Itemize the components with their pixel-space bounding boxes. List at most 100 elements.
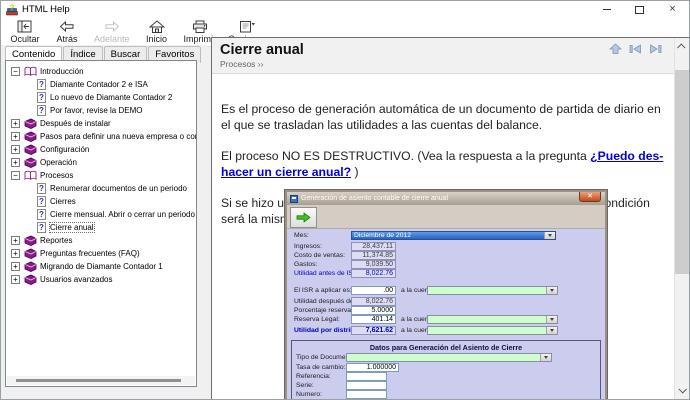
expand-icon[interactable] [11, 275, 20, 284]
expand-icon[interactable] [11, 236, 20, 245]
tree-item-cierre-anual[interactable]: ? Cierre anual [6, 221, 196, 234]
chevron-up-icon [677, 43, 685, 51]
combo-arrow-icon[interactable] [540, 354, 551, 361]
tree-item-despues-instalar[interactable]: Después de instalar [6, 117, 196, 130]
costo-row: Costo de ventas: 11,374.85 [294, 251, 600, 260]
close-button[interactable]: × [656, 1, 689, 18]
options-icon [239, 20, 256, 33]
expand-icon[interactable] [11, 145, 20, 154]
tasa-cambio-input[interactable]: 1.000000 [346, 363, 399, 372]
open-book-icon [24, 66, 37, 77]
scrollbar-thumb[interactable] [675, 70, 689, 274]
tree-item-reportes[interactable]: Reportes [6, 234, 196, 247]
open-book-icon [24, 170, 37, 181]
tree-item-label: Usuarios avanzados [40, 275, 112, 284]
serie-input[interactable] [346, 381, 387, 390]
tree-horizontal-scrollbar[interactable] [7, 376, 195, 385]
isr-label: El ISR a aplicar es: [294, 287, 352, 294]
paragraph-2: El proceso NO ES DESTRUCTIVO. (Vea la re… [221, 148, 667, 180]
distribuir-cuenta-combobox[interactable] [427, 326, 558, 335]
combo-arrow-icon[interactable] [546, 316, 557, 323]
numero-row: Numero: [296, 390, 596, 399]
question-page-icon: ? [37, 209, 46, 220]
content-scrollbar[interactable] [674, 38, 689, 399]
utilidad-antes-row: Utilidad antes de ISR: 8,022.76 [294, 269, 600, 278]
tree-item-label: Lo nuevo de Diamante Contador 2 [50, 93, 172, 102]
combo-arrow-icon[interactable] [546, 287, 557, 294]
tree-item-label: Cierres [50, 197, 76, 206]
tree-item-label: Después de instalar [40, 119, 111, 128]
nav-previous-icon[interactable] [629, 43, 642, 55]
svg-text:?: ? [39, 223, 44, 232]
nav-up-icon[interactable] [609, 43, 622, 55]
expand-icon[interactable] [11, 262, 20, 271]
porcentaje-input[interactable]: 5.0000 [351, 306, 396, 315]
hide-button[interactable]: Ocultar [4, 19, 46, 45]
dialog-app-icon [290, 195, 298, 203]
expand-icon[interactable] [11, 158, 20, 167]
svg-text:?: ? [39, 184, 44, 193]
forward-button: Adelante [88, 19, 136, 45]
utilidad-distribuir-row: Utilidad por distribuir: 7,621.62 a la c… [294, 326, 600, 335]
maximize-button[interactable] [623, 1, 656, 18]
tree-item-label: Diamante Contador 2 e ISA [50, 80, 148, 89]
tree-item-pasos-definir[interactable]: Pasos para definir una nueva empresa o c… [6, 130, 196, 143]
gastos-field: 9,039.50 [351, 260, 396, 269]
collapse-icon[interactable] [11, 67, 20, 76]
dialog-toolbar [287, 205, 605, 229]
costo-label: Costo de ventas: [294, 252, 345, 259]
utilidad-distribuir-field: 7,621.62 [351, 326, 396, 335]
tree-item-introduccion[interactable]: Introducción [6, 65, 196, 78]
numero-input[interactable] [346, 390, 387, 399]
tree-item-renumerar[interactable]: ? Renumerar documentos de un periodo [6, 182, 196, 195]
mes-row: Mes: Diciembre de 2012 [294, 231, 600, 240]
reserva-cuenta-combobox[interactable] [427, 315, 558, 324]
nav-next-icon[interactable] [649, 43, 662, 55]
mes-combobox[interactable]: Diciembre de 2012 [351, 231, 556, 240]
expand-icon[interactable] [11, 119, 20, 128]
utilidad-despues-field: 8,022.76 [351, 297, 396, 306]
svg-text:?: ? [39, 106, 44, 115]
isr-input[interactable]: .00 [351, 286, 396, 295]
chevron-down-icon [678, 385, 686, 393]
reserva-input[interactable]: 401.14 [351, 315, 396, 324]
close-icon: × [669, 4, 675, 15]
tree-item-operacion[interactable]: Operación [6, 156, 196, 169]
closed-book-icon [24, 131, 37, 142]
dialog-close-button[interactable]: ✕ [579, 192, 601, 202]
tree-item-cierres[interactable]: ? Cierres [6, 195, 196, 208]
tree-item-lo-nuevo[interactable]: ? Lo nuevo de Diamante Contador 2 [6, 91, 196, 104]
tree-scrollbar-thumb[interactable] [16, 379, 181, 382]
tree-item-cierre-mensual[interactable]: ? Cierre mensual. Abrir o cerrar un peri… [6, 208, 196, 221]
cierre-anual-dialog-screenshot: Generación de asiento contable de cierre… [285, 190, 607, 399]
expand-icon[interactable] [11, 249, 20, 258]
tree-item-configuracion[interactable]: Configuración [6, 143, 196, 156]
tree-item-procesos[interactable]: Procesos [6, 169, 196, 182]
closed-book-icon [24, 235, 37, 246]
combo-arrow-icon[interactable] [546, 327, 557, 334]
tree-item-revise-demo[interactable]: ? Por favor, revise la DEMO [6, 104, 196, 117]
scroll-down-button[interactable] [675, 382, 689, 398]
home-button[interactable]: Inicio [136, 19, 178, 45]
minimize-button[interactable] [590, 1, 623, 18]
back-button[interactable]: Atrás [46, 19, 88, 45]
dialog-run-button[interactable] [290, 207, 317, 228]
tree-item-faq[interactable]: Preguntas frecuentes (FAQ) [6, 247, 196, 260]
expand-icon[interactable] [11, 132, 20, 141]
referencia-input[interactable] [346, 372, 387, 381]
combo-arrow-icon[interactable] [544, 232, 555, 239]
tree-item-label: Procesos [40, 171, 73, 180]
dialog-titlebar: Generación de asiento contable de cierre… [287, 192, 605, 205]
tree-item-diamante-contador[interactable]: ? Diamante Contador 2 e ISA [6, 78, 196, 91]
collapse-icon[interactable] [11, 171, 20, 180]
tree-item-migrando[interactable]: Migrando de Diamante Contador 1 [6, 260, 196, 273]
serie-label: Serie: [296, 382, 314, 389]
home-button-label: Inicio [146, 34, 167, 44]
isr-cuenta-combobox[interactable] [427, 286, 558, 295]
tree-item-label: Migrando de Diamante Contador 1 [40, 262, 163, 271]
tree-item-usuarios-avanzados[interactable]: Usuarios avanzados [6, 273, 196, 286]
breadcrumb[interactable]: Procesos ›› [220, 59, 674, 69]
scroll-up-button[interactable] [675, 39, 689, 55]
tipo-documento-combobox[interactable] [346, 353, 552, 362]
tree-item-label: Pasos para definir una nueva empresa o c… [40, 132, 197, 141]
